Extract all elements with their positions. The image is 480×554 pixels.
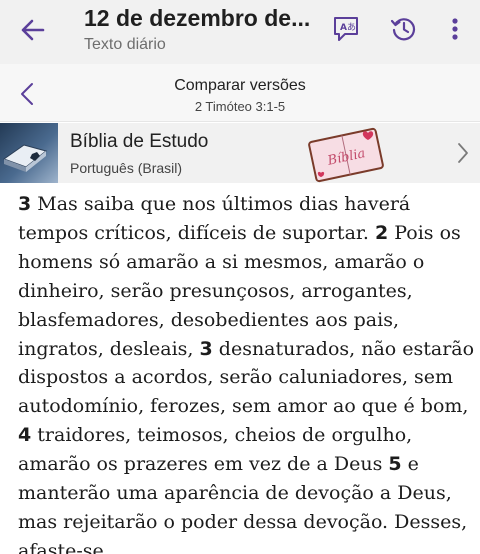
history-icon[interactable] <box>389 14 419 44</box>
more-vert-icon[interactable] <box>440 14 470 44</box>
publication-selector[interactable]: Bíblia de Estudo Português (Brasil) Bíbl… <box>0 123 480 183</box>
compare-title: Comparar versões <box>174 77 306 94</box>
publication-thumbnail <box>0 123 58 183</box>
back-arrow-icon[interactable] <box>18 15 48 45</box>
publication-name: Bíblia de Estudo <box>70 131 209 152</box>
publication-language: Português (Brasil) <box>70 160 183 176</box>
verse-text: Mas saiba que nos últimos dias haverá te… <box>18 193 411 244</box>
page-subtitle: Texto diário <box>84 36 166 53</box>
verse-number[interactable]: 4 <box>18 424 31 446</box>
page-title: 12 de dezembro de... <box>84 5 311 31</box>
verse-number[interactable]: 5 <box>388 453 401 475</box>
verse-text: traidores, teimosos, cheios de orgulho, … <box>18 424 413 476</box>
top-app-bar: 12 de dezembro de... Texto diário A あ <box>0 0 480 64</box>
translate-icon[interactable]: A あ <box>331 14 361 44</box>
svg-text:A: A <box>340 23 347 33</box>
scripture-reference: 2 Timóteo 3:1-5 <box>194 99 286 114</box>
verse-number[interactable]: 2 <box>375 222 388 244</box>
svg-text:あ: あ <box>347 22 356 33</box>
verse-number[interactable]: 3 <box>18 193 31 215</box>
chevron-right-icon[interactable] <box>452 140 474 166</box>
verse-number[interactable]: 3 <box>200 338 213 360</box>
scripture-passage: 3 Mas saiba que nos últimos dias haverá … <box>18 190 476 554</box>
bible-sticker: Bíblia <box>306 127 386 183</box>
compare-versions-bar: Comparar versões 2 Timóteo 3:1-5 <box>0 64 480 122</box>
